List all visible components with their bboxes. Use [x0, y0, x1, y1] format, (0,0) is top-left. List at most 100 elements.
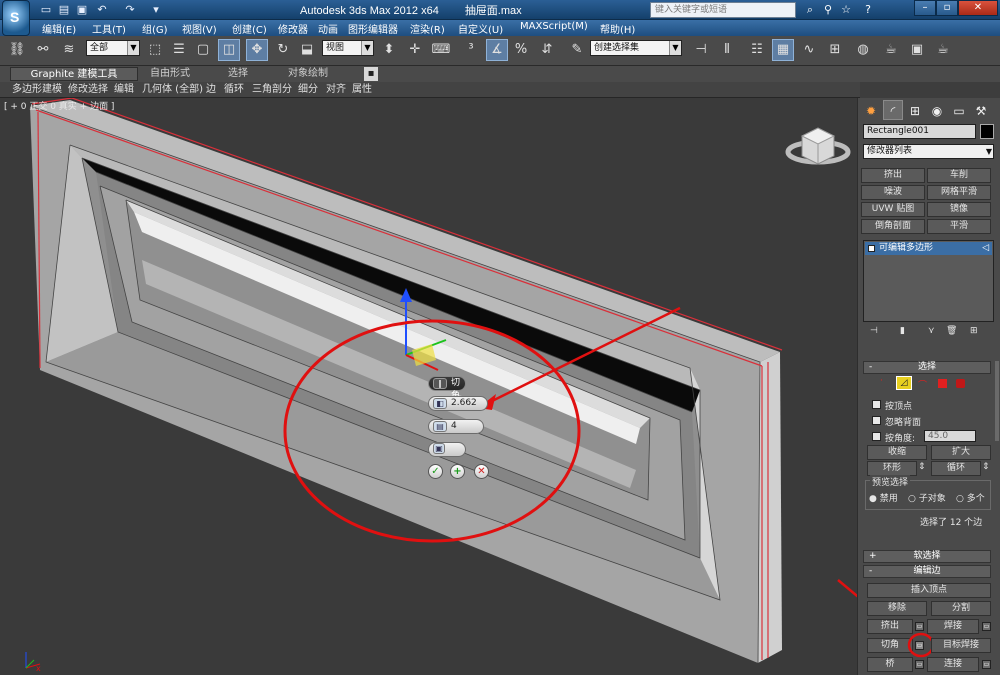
dropdown-icon[interactable]: ▾ [148, 2, 164, 17]
remove-modifier-icon[interactable]: 🗑 [946, 326, 957, 336]
graphite-toggle-icon[interactable]: ▦ [772, 39, 794, 61]
search-icon[interactable]: ⌕ [802, 2, 818, 17]
pin-stack-icon[interactable]: ⊣ [870, 326, 878, 336]
menu-graph-editors[interactable]: 图形编辑器 [348, 21, 398, 36]
modifier-lathe-button[interactable]: 车削 [927, 168, 991, 183]
redo-icon[interactable]: ↷ [122, 2, 138, 17]
edit-named-sets-icon[interactable]: ✎ [566, 39, 588, 61]
show-end-result-icon[interactable]: ▮ [900, 326, 905, 336]
spinner-snap-icon[interactable]: ⇵ [536, 39, 558, 61]
perspective-viewport[interactable]: [ + 0 正交 0 真实 + 边面 ] x ∥ 切 ◧ 2.662 ▤ 4 ▣… [0, 98, 857, 675]
unlink-icon[interactable]: ⚯ [32, 39, 54, 61]
soft-selection-rollout-header[interactable]: + 软选择 [863, 550, 991, 563]
minimize-button[interactable]: – [914, 0, 936, 16]
percent-snap-icon[interactable]: % [510, 39, 532, 61]
edit-edges-rollout-header[interactable]: - 编辑边 [863, 565, 991, 578]
shrink-button[interactable]: 收缩 [867, 445, 927, 460]
panel-edges[interactable]: 边 [206, 83, 216, 97]
ring-button[interactable]: 环形 [867, 461, 917, 476]
maximize-button[interactable]: ▫ [936, 0, 958, 16]
panel-polygon-modeling[interactable]: 多边形建模 [12, 83, 62, 97]
bridge-settings-icon[interactable]: ▭ [915, 660, 924, 669]
create-tab-icon[interactable]: ✹ [861, 100, 881, 120]
curve-editor-icon[interactable]: ∿ [798, 39, 820, 61]
menu-group[interactable]: 组(G) [142, 21, 168, 36]
chamfer-amount-field[interactable]: ◧ 2.662 [428, 396, 488, 411]
utilities-tab-icon[interactable]: ⚒ [971, 100, 991, 120]
open-icon[interactable]: ▤ [56, 2, 72, 17]
panel-subdivision[interactable]: 细分 [298, 83, 318, 97]
modifier-meshsmooth-button[interactable]: 网格平滑 [927, 185, 991, 200]
caddy-cancel-button[interactable]: ✕ [474, 464, 489, 479]
tab-selection[interactable]: 选择 [228, 67, 248, 81]
panel-geometry-all[interactable]: 几何体 (全部) [142, 83, 203, 97]
ignore-backfacing-checkbox[interactable] [872, 416, 881, 425]
material-editor-icon[interactable]: ◍ [852, 39, 874, 61]
caddy-ok-button[interactable]: ✓ [428, 464, 443, 479]
by-vertex-checkbox[interactable] [872, 400, 881, 409]
modifier-noise-button[interactable]: 噪波 [861, 185, 925, 200]
selection-filter-dropdown[interactable]: 全部 ▼ [86, 40, 140, 56]
stack-light-icon[interactable]: ◁ [982, 242, 989, 255]
search-input[interactable]: 键入关键字或短语 [650, 2, 796, 18]
hierarchy-tab-icon[interactable]: ⊞ [905, 100, 925, 120]
menu-modifiers[interactable]: 修改器 [278, 21, 308, 36]
caddy-apply-button[interactable]: + [450, 464, 465, 479]
modify-tab-icon[interactable]: ◜ [883, 100, 903, 120]
ref-coord-dropdown[interactable]: 视图 ▼ [322, 40, 374, 56]
select-object-icon[interactable]: ⬚ [144, 39, 166, 61]
border-mode-icon[interactable]: ⌒ [918, 378, 927, 391]
open-chamfer-toggle[interactable]: ▣ [428, 442, 466, 457]
object-color-swatch[interactable] [980, 124, 994, 139]
display-tab-icon[interactable]: ▭ [949, 100, 969, 120]
preview-disable-radio[interactable]: ● 禁用 [869, 491, 898, 504]
extrude-settings-icon[interactable]: ▭ [915, 622, 924, 631]
grow-button[interactable]: 扩大 [931, 445, 991, 460]
target-weld-button[interactable]: 目标焊接 [931, 638, 991, 653]
close-button[interactable]: ✕ [958, 0, 998, 16]
tab-object-paint[interactable]: 对象绘制 [288, 67, 328, 81]
panel-edit[interactable]: 编辑 [114, 83, 134, 97]
split-button[interactable]: 分割 [931, 601, 991, 616]
help-icon[interactable]: ? [860, 2, 876, 17]
modifier-mirror-button[interactable]: 镜像 [927, 202, 991, 217]
pivot-center-icon[interactable]: ⬍ [378, 39, 400, 61]
align-icon[interactable]: ⫴ [716, 39, 738, 61]
mirror-icon[interactable]: ⊣ [690, 39, 712, 61]
loop-spinner-icon[interactable]: ⇕ [982, 462, 990, 472]
menu-customize[interactable]: 自定义(U) [458, 21, 503, 36]
tab-freeform[interactable]: 自由形式 [150, 67, 190, 81]
new-icon[interactable]: ▭ [38, 2, 54, 17]
element-mode-icon[interactable] [956, 379, 965, 388]
panel-scrollbar[interactable] [995, 361, 999, 441]
menu-maxscript[interactable]: MAXScript(M) [520, 21, 588, 32]
menu-views[interactable]: 视图(V) [182, 21, 217, 36]
select-manipulate-icon[interactable]: ✛ [404, 39, 426, 61]
preview-multi-radio[interactable]: ○ 多个 [956, 491, 985, 504]
bind-spacewarp-icon[interactable]: ≋ [58, 39, 80, 61]
window-crossing-icon[interactable]: ◫ [218, 39, 240, 61]
stack-item-editable-poly[interactable]: 可编辑多边形 ◁ [865, 242, 992, 255]
angle-value-field[interactable]: 45.0 [924, 430, 976, 442]
favorites-icon[interactable]: ☆ [838, 2, 854, 17]
insert-vertex-button[interactable]: 插入顶点 [867, 583, 991, 598]
tab-graphite-modeling[interactable]: Graphite 建模工具 [10, 67, 138, 81]
by-angle-checkbox[interactable] [872, 432, 881, 441]
subscription-icon[interactable]: ⚲ [820, 2, 836, 17]
modifier-list-dropdown[interactable]: 修改器列表 ▼ [863, 144, 994, 159]
rendered-frame-icon[interactable]: ▣ [906, 39, 928, 61]
stack-expand-icon[interactable] [868, 245, 875, 252]
menu-edit[interactable]: 编辑(E) [42, 21, 76, 36]
link-icon[interactable]: ⛓ [6, 39, 28, 61]
render-production-icon[interactable]: ☕ [932, 39, 954, 61]
configure-sets-icon[interactable]: ⊞ [970, 326, 978, 336]
menu-tools[interactable]: 工具(T) [92, 21, 126, 36]
weld-settings-icon[interactable]: ▭ [982, 622, 991, 631]
menu-animation[interactable]: 动画 [318, 21, 338, 36]
keyboard-shortcut-icon[interactable]: ⌨ [430, 39, 452, 61]
ribbon-minimize-icon[interactable]: ▪ [364, 67, 378, 81]
object-name-field[interactable]: Rectangle001 [863, 124, 976, 139]
menu-help[interactable]: 帮助(H) [600, 21, 635, 36]
remove-button[interactable]: 移除 [867, 601, 927, 616]
vertex-mode-icon[interactable]: · [880, 377, 889, 386]
